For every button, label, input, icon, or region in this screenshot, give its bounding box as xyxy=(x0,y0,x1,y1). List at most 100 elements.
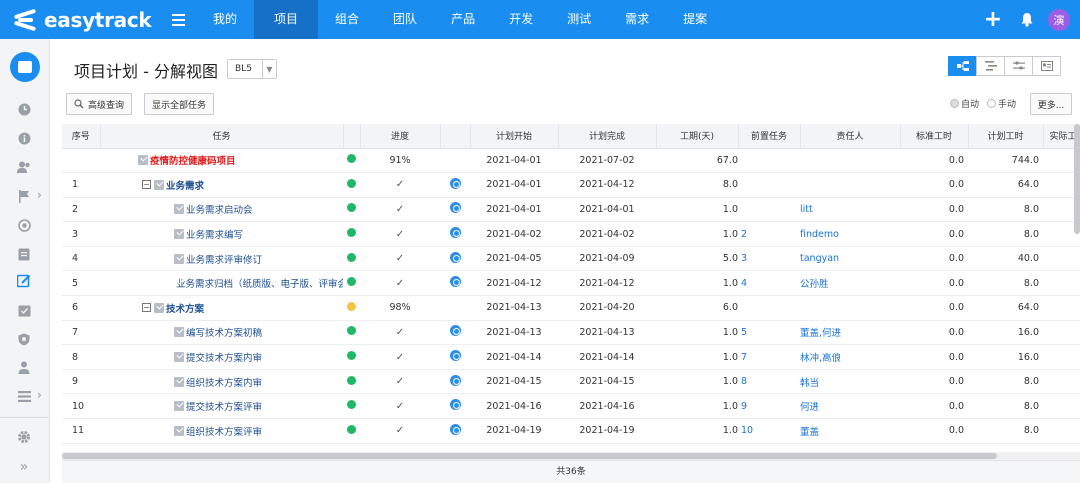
tree-view-button[interactable] xyxy=(948,56,977,76)
column-header-1[interactable]: 任务 xyxy=(100,124,344,149)
task-name[interactable]: 业务需求评审修订 xyxy=(186,252,262,266)
column-header-11[interactable]: 计划工时 xyxy=(968,124,1044,149)
info-icon[interactable] xyxy=(17,131,31,145)
task-name[interactable]: 业务需求归档（纸质版、电子版、评审会议 xyxy=(176,276,343,290)
predecessor-cell[interactable]: 5 xyxy=(738,320,800,346)
table-row[interactable]: 9 组织技术方案内审 ✓ 2021-04-15 2021-04-15 1.0 8 韩当 0.0 8… xyxy=(62,369,1080,395)
target-icon[interactable] xyxy=(17,218,31,232)
logo[interactable]: easytrack xyxy=(0,8,160,32)
task-name[interactable]: 业务需求 xyxy=(166,178,204,192)
column-header-0[interactable]: 序号 xyxy=(62,124,101,149)
clock-icon[interactable] xyxy=(17,102,31,116)
table-row[interactable]: 疫情防控健康码项目 91% 2021-04-01 2021-07-02 67.0 0.0 7… xyxy=(62,148,1080,174)
task-name[interactable]: 编写技术方案初稿 xyxy=(186,325,262,339)
document-icon[interactable] xyxy=(17,247,31,261)
collapse-toggle-icon[interactable]: − xyxy=(142,303,151,313)
owner-cell[interactable]: 林冲,高俍 xyxy=(800,344,900,370)
add-icon[interactable]: + xyxy=(976,0,1010,39)
users-icon[interactable] xyxy=(17,160,31,174)
table-row[interactable]: 11 组织技术方案评审 ✓ 2021-04-19 2021-04-19 1.0 10 董盖 0.… xyxy=(62,418,1080,444)
clock-icon[interactable] xyxy=(449,350,461,362)
predecessor-cell[interactable]: 7 xyxy=(738,344,800,370)
task-name[interactable]: 业务需求启动会 xyxy=(186,202,253,216)
bell-icon[interactable] xyxy=(1010,0,1044,39)
predecessor-cell[interactable] xyxy=(738,295,800,321)
task-name[interactable]: 技术方案 xyxy=(166,301,204,315)
column-header-10[interactable]: 标准工时 xyxy=(900,124,969,149)
task-cell[interactable]: 业务需求编写 xyxy=(100,221,343,247)
horizontal-scrollbar[interactable] xyxy=(62,452,1080,460)
owner-cell[interactable] xyxy=(800,172,900,198)
owner-cell[interactable]: 董盖,何进 xyxy=(800,320,900,346)
advanced-search-button[interactable]: 高级查询 xyxy=(66,93,133,115)
sidebar-item-plan-active[interactable] xyxy=(0,268,50,294)
clock-icon[interactable] xyxy=(449,251,461,263)
owner-cell[interactable]: 何进 xyxy=(800,393,900,420)
owner-cell[interactable]: 董盖 xyxy=(800,418,900,444)
column-header-2[interactable] xyxy=(343,124,361,149)
flag-icon[interactable] xyxy=(17,189,31,203)
owner-cell[interactable]: tangyan xyxy=(800,246,900,272)
radio-manual[interactable] xyxy=(987,99,997,108)
calendar-check-icon[interactable] xyxy=(17,303,31,317)
task-cell[interactable]: 疫情防控健康码项目 xyxy=(100,148,343,174)
nav-item-3[interactable]: 团队 xyxy=(376,0,434,39)
avatar[interactable]: 演 xyxy=(1048,8,1070,31)
filter-view-button[interactable] xyxy=(1004,56,1033,76)
clock-icon[interactable] xyxy=(449,177,461,189)
table-row[interactable]: 1 − 业务需求 ✓ 2021-04-01 2021-04-12 8.0 0.0 64.0 xyxy=(62,172,1080,198)
column-header-3[interactable]: 进度 xyxy=(360,124,441,149)
column-header-5[interactable]: 计划开始 xyxy=(470,124,559,149)
predecessor-cell[interactable]: 2 xyxy=(738,221,800,247)
clock-icon[interactable] xyxy=(449,374,461,386)
table-row[interactable]: 7 编写技术方案初稿 ✓ 2021-04-13 2021-04-13 1.0 5 董盖,何进 0… xyxy=(62,320,1080,346)
nav-item-5[interactable]: 开发 xyxy=(492,0,550,39)
table-row[interactable]: 6 − 技术方案 98% 2021-04-13 2021-04-20 6.0 0.0 64.0 xyxy=(62,295,1080,321)
table-row[interactable]: 3 业务需求编写 ✓ 2021-04-02 2021-04-02 1.0 2 findemo 0… xyxy=(62,221,1080,247)
column-header-8[interactable]: 前置任务 xyxy=(738,124,801,149)
nav-item-2[interactable]: 组合 xyxy=(318,0,376,39)
clock-icon[interactable] xyxy=(449,227,461,239)
column-header-9[interactable]: 责任人 xyxy=(800,124,901,149)
task-cell[interactable]: − 业务需求 xyxy=(100,172,343,198)
predecessor-cell[interactable] xyxy=(738,148,800,174)
table-row[interactable]: 5 业务需求归档（纸质版、电子版、评审会议 ✓ 2021-04-12 2021-04-1… xyxy=(62,270,1080,297)
task-cell[interactable]: 提交技术方案评审 xyxy=(100,393,343,420)
owner-cell[interactable]: 韩当 xyxy=(800,369,900,395)
chevron-right-icon[interactable]: › xyxy=(37,388,42,402)
nav-item-1[interactable]: 项目 xyxy=(254,0,319,39)
clock-icon[interactable] xyxy=(449,423,461,435)
nav-item-7[interactable]: 需求 xyxy=(608,0,666,39)
task-name[interactable]: 提交技术方案评审 xyxy=(186,399,262,413)
task-cell[interactable]: 组织技术方案内审 xyxy=(100,369,343,395)
task-name[interactable]: 疫情防控健康码项目 xyxy=(150,153,236,167)
owner-cell[interactable]: litt xyxy=(800,197,900,223)
expand-sidebar-icon[interactable]: » xyxy=(17,459,31,475)
chevron-right-icon[interactable]: › xyxy=(37,188,42,202)
predecessor-cell[interactable]: 4 xyxy=(738,270,800,297)
clock-icon[interactable] xyxy=(449,325,461,337)
task-cell[interactable]: 提交技术方案内审 xyxy=(100,344,343,370)
task-name[interactable]: 提交技术方案内审 xyxy=(186,350,262,364)
more-button[interactable]: 更多... xyxy=(1030,93,1072,115)
predecessor-cell[interactable]: 3 xyxy=(738,246,800,272)
column-header-7[interactable]: 工期(天) xyxy=(656,124,739,149)
collapse-toggle-icon[interactable]: − xyxy=(142,180,151,190)
nav-item-4[interactable]: 产品 xyxy=(434,0,492,39)
task-name[interactable]: 组织技术方案评审 xyxy=(186,424,262,438)
nav-item-6[interactable]: 测试 xyxy=(550,0,608,39)
radio-auto[interactable] xyxy=(950,99,959,108)
predecessor-cell[interactable] xyxy=(738,172,800,198)
shield-icon[interactable] xyxy=(17,332,31,346)
predecessor-cell[interactable]: 9 xyxy=(738,393,800,420)
task-cell[interactable]: 业务需求归档（纸质版、电子版、评审会议 xyxy=(100,270,343,297)
clock-icon[interactable] xyxy=(449,276,461,288)
task-name[interactable]: 业务需求编写 xyxy=(186,227,243,241)
hamburger-menu-icon[interactable] xyxy=(160,0,196,39)
predecessor-cell[interactable] xyxy=(738,197,800,223)
table-row[interactable]: 10 提交技术方案评审 ✓ 2021-04-16 2021-04-16 1.0 9 何进 0.0… xyxy=(62,393,1080,420)
vertical-scrollbar[interactable] xyxy=(1074,124,1080,234)
person-icon[interactable] xyxy=(17,360,31,374)
home-icon[interactable] xyxy=(10,52,40,82)
gantt-view-button[interactable] xyxy=(976,56,1005,76)
